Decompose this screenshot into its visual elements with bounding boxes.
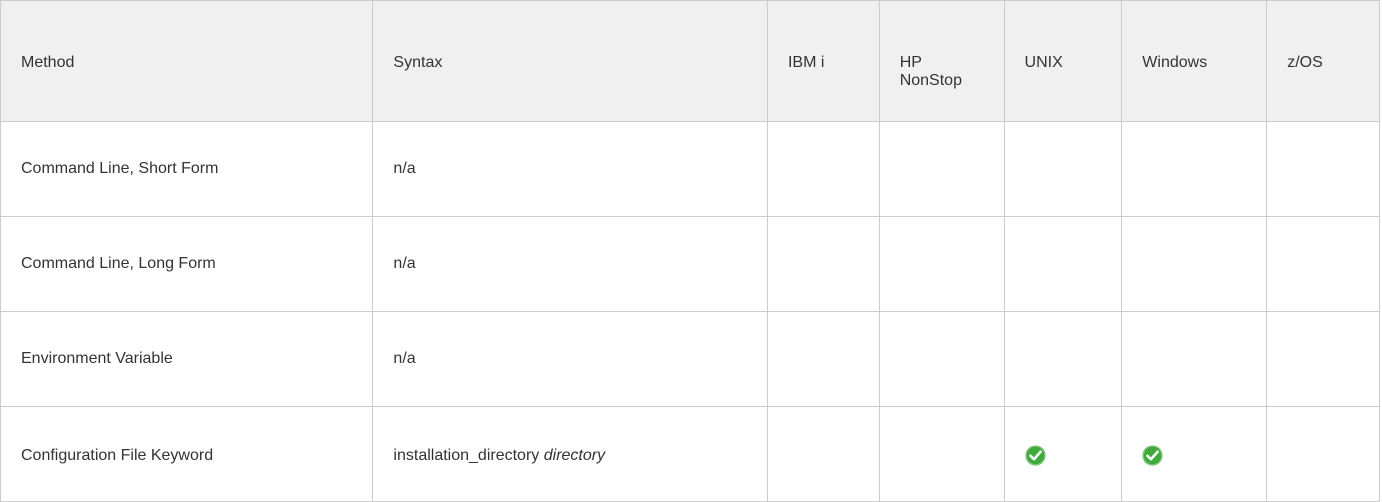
header-ibm-i: IBM i	[766, 0, 880, 122]
header-windows: Windows	[1121, 0, 1268, 122]
unix-cell	[1003, 121, 1123, 217]
ibm-i-cell	[766, 406, 880, 502]
table-row: Configuration File Keyword installation_…	[0, 406, 1380, 502]
zos-cell	[1266, 121, 1380, 217]
method-cell: Environment Variable	[0, 311, 374, 407]
unix-cell	[1003, 406, 1123, 502]
table-row: Environment Variable n/a	[0, 311, 1380, 407]
unix-cell	[1003, 311, 1123, 407]
zos-cell	[1266, 216, 1380, 312]
ibm-i-cell	[766, 121, 880, 217]
hp-nonstop-cell	[878, 311, 1005, 407]
table-row: Command Line, Short Form n/a	[0, 121, 1380, 217]
zos-cell	[1266, 311, 1380, 407]
hp-nonstop-cell	[878, 406, 1005, 502]
ibm-i-cell	[766, 311, 880, 407]
header-hp-nonstop-label: HP NonStop	[899, 54, 962, 89]
check-circle-icon	[1142, 445, 1163, 466]
syntax-cell: n/a	[372, 121, 768, 217]
unix-cell	[1003, 216, 1123, 312]
header-syntax: Syntax	[372, 0, 768, 122]
syntax-cell: n/a	[372, 311, 768, 407]
hp-nonstop-cell	[878, 121, 1005, 217]
syntax-cell: n/a	[372, 216, 768, 312]
syntax-cell: installation_directory directory	[372, 406, 768, 502]
windows-cell	[1121, 121, 1268, 217]
windows-cell	[1121, 311, 1268, 407]
hp-nonstop-cell	[878, 216, 1005, 312]
zos-cell	[1266, 406, 1380, 502]
check-circle-icon	[1025, 445, 1046, 466]
method-cell: Command Line, Short Form	[0, 121, 374, 217]
method-syntax-table: Method Syntax IBM i HP NonStop UNIX Wind…	[0, 0, 1380, 502]
header-row: Method Syntax IBM i HP NonStop UNIX Wind…	[0, 0, 1380, 122]
ibm-i-cell	[766, 216, 880, 312]
header-zos: z/OS	[1266, 0, 1380, 122]
table-row: Command Line, Long Form n/a	[0, 216, 1380, 312]
syntax-argument: directory	[543, 447, 606, 464]
header-unix: UNIX	[1003, 0, 1123, 122]
header-method: Method	[0, 0, 374, 122]
method-cell: Command Line, Long Form	[0, 216, 374, 312]
header-hp-nonstop: HP NonStop	[878, 0, 1005, 122]
windows-cell	[1121, 216, 1268, 312]
syntax-keyword: installation_directory	[393, 447, 540, 464]
method-cell: Configuration File Keyword	[0, 406, 374, 502]
windows-cell	[1121, 406, 1268, 502]
